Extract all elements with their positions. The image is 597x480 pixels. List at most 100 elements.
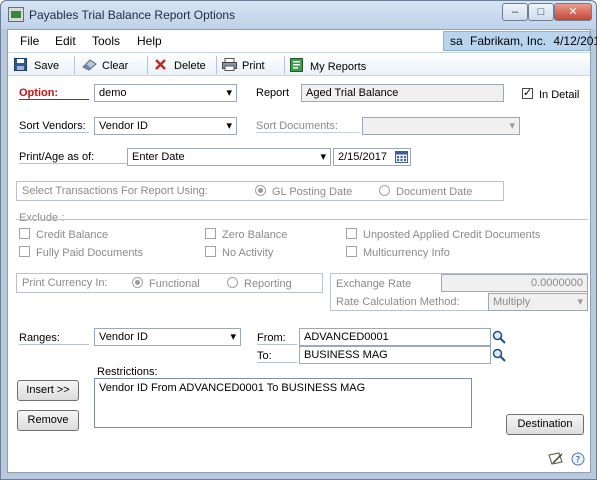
exclude-zero-balance[interactable]: Zero Balance [205,228,287,241]
minimize-button[interactable]: – [502,3,528,21]
functional-label: Functional [149,278,200,290]
exchange-rate-field: 0.0000000 [441,274,588,292]
zero-balance-check[interactable] [205,228,216,239]
zero-balance-label: Zero Balance [222,229,288,241]
user-name: sa [450,34,463,48]
functional-radio-dot[interactable] [132,277,143,288]
sort-documents-label: Sort Documents: [256,120,359,133]
unposted-applied-label: Unposted Applied Credit Documents [363,229,541,241]
gl-posting-date-radio[interactable]: GL Posting Date [255,185,352,198]
transactions-group: Select Transactions For Report Using: GL… [16,181,504,201]
delete-icon [154,58,168,71]
to-lookup-icon[interactable] [492,348,506,362]
save-button[interactable]: Save [14,58,59,73]
report-field: Aged Trial Balance [301,84,504,102]
to-label: To: [257,350,297,363]
ranges-dropdown[interactable]: Vendor ID [94,328,241,346]
gl-posting-date-label: GL Posting Date [272,186,353,198]
exclude-unposted-applied[interactable]: Unposted Applied Credit Documents [346,228,540,241]
toolbar-separator [216,56,217,74]
remove-button[interactable]: Remove [17,410,79,431]
clear-label: Clear [102,60,129,72]
insert-button[interactable]: Insert >> [17,380,79,401]
option-dropdown[interactable]: demo [94,84,237,102]
menu-help[interactable]: Help [137,34,162,48]
menu-edit[interactable]: Edit [55,34,76,48]
maximize-button[interactable]: □ [528,3,554,21]
currency-group: Print Currency In: Functional Reporting [16,273,323,293]
delete-label: Delete [174,60,206,72]
save-label: Save [34,60,60,72]
restriction-item[interactable]: Vendor ID From ADVANCED0001 To BUSINESS … [99,382,467,394]
option-label: Option: [19,87,89,100]
user-date: 4/12/2017 [553,34,597,48]
printer-icon [222,58,237,71]
sort-vendors-dropdown[interactable]: Vendor ID [94,117,237,135]
print-currency-label: Print Currency In: [22,277,108,289]
credit-balance-label: Credit Balance [36,229,109,241]
in-detail-check[interactable] [522,88,533,99]
toolbar-separator [284,56,285,74]
reporting-radio-dot[interactable] [227,277,238,288]
rate-method-label: Rate Calculation Method: [336,296,460,308]
from-field[interactable]: ADVANCED0001 [299,328,491,346]
sort-documents-dropdown[interactable] [362,117,520,135]
note-icon[interactable] [548,452,564,466]
svg-text:?: ? [576,456,581,466]
document-date-radio-dot[interactable] [379,185,390,196]
eraser-icon [82,58,97,71]
to-field[interactable]: BUSINESS MAG [299,346,491,364]
print-button[interactable]: Print [222,58,265,73]
multicurrency-check[interactable] [346,246,357,257]
multicurrency-label: Multicurrency Info [363,247,450,259]
ranges-label: Ranges: [19,332,89,345]
close-button[interactable]: ✕ [554,3,592,21]
functional-radio[interactable]: Functional [132,277,200,290]
restrictions-list[interactable]: Vendor ID From ADVANCED0001 To BUSINESS … [94,378,472,428]
rate-method-dropdown[interactable]: Multiply [488,293,588,311]
from-label: From: [257,332,297,345]
save-icon [14,58,28,71]
clear-button[interactable]: Clear [82,58,128,73]
report-label: Report [256,87,290,99]
menu-tools[interactable]: Tools [92,34,120,48]
unposted-applied-check[interactable] [346,228,357,239]
destination-button[interactable]: Destination [506,414,584,435]
in-detail-label: In Detail [539,89,580,101]
credit-balance-check[interactable] [19,228,30,239]
exchange-rate-label: Exchange Rate [336,278,412,290]
my-reports-button[interactable]: My Reports [290,58,366,73]
exclude-no-activity[interactable]: No Activity [205,246,273,259]
reporting-label: Reporting [244,278,292,290]
from-lookup-icon[interactable] [492,330,506,344]
sort-vendors-label: Sort Vendors: [19,120,89,133]
no-activity-label: No Activity [222,247,274,259]
no-activity-check[interactable] [205,246,216,257]
exclude-credit-balance[interactable]: Credit Balance [19,228,108,241]
in-detail-checkbox[interactable]: In Detail [522,88,579,101]
company-name: Fabrikam, Inc. [470,34,547,48]
reporting-radio[interactable]: Reporting [227,277,292,290]
fully-paid-check[interactable] [19,246,30,257]
gl-posting-date-radio-dot[interactable] [255,185,266,196]
title-bar[interactable]: Payables Trial Balance Report Options – … [1,1,596,29]
my-reports-label: My Reports [310,61,367,73]
print-age-dropdown[interactable]: Enter Date [127,148,331,166]
calendar-icon[interactable] [395,151,408,163]
fully-paid-label: Fully Paid Documents [36,247,143,259]
status-bar: ? [8,448,590,472]
delete-button[interactable]: Delete [154,58,206,73]
help-icon[interactable]: ? [571,452,585,466]
transactions-label: Select Transactions For Report Using: [22,185,208,197]
user-company-bar: sa Fabrikam, Inc. 4/12/2017 [443,31,597,51]
menu-file[interactable]: File [20,34,39,48]
window: Payables Trial Balance Report Options – … [0,0,597,480]
document-date-radio[interactable]: Document Date [379,185,472,198]
toolbar-separator [74,56,75,74]
document-date-label: Document Date [396,186,473,198]
exclude-fully-paid[interactable]: Fully Paid Documents [19,246,143,259]
restrictions-label: Restrictions: [97,366,158,378]
exclude-multicurrency[interactable]: Multicurrency Info [346,246,450,259]
window-title: Payables Trial Balance Report Options [29,8,236,22]
client-area: File Edit Tools Help sa Fabrikam, Inc. 4… [7,29,597,473]
